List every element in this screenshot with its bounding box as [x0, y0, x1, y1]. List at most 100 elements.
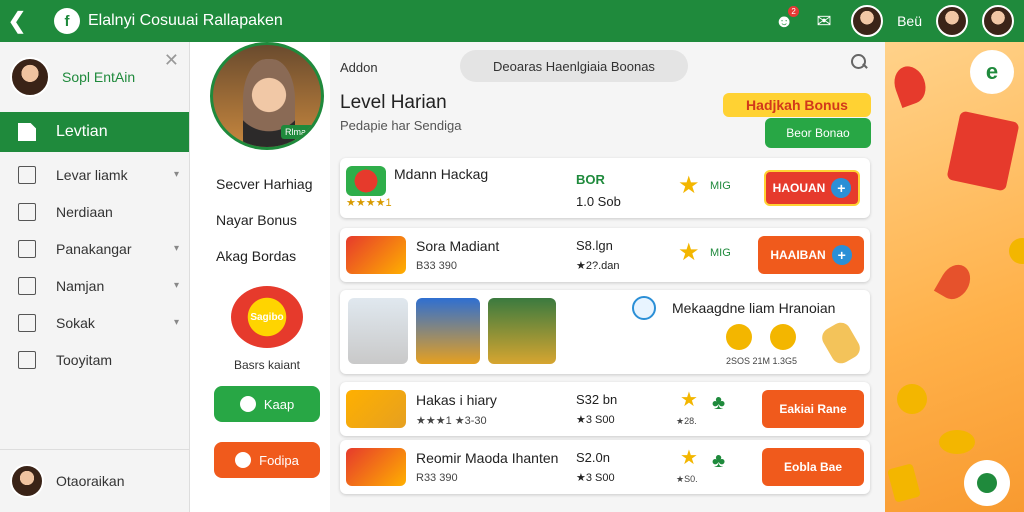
button-label: HAAIBAN	[770, 248, 826, 262]
arrow-icon	[235, 452, 252, 468]
play-button[interactable]: HAOUAN +	[764, 170, 860, 206]
item-title: Mekaagdne liam Hranoian	[672, 300, 836, 316]
upload-icon	[18, 350, 36, 369]
chat-icon[interactable]: ✉	[811, 8, 837, 34]
page-subtitle: Pedapie har Sendiga	[340, 118, 462, 133]
avatar	[10, 464, 44, 498]
game-thumbnail	[346, 236, 406, 274]
orange-action-button[interactable]: Fodipa	[214, 442, 320, 478]
item-tag: MIG	[710, 180, 731, 192]
sidebar-item-4[interactable]: Namjan ▾	[0, 267, 189, 304]
featured-card[interactable]: Mekaagdne liam Hranoian 2SOS 21M 1.3G5	[340, 290, 870, 374]
app-title: Elalnyi Cosuuai Rallapaken	[88, 12, 283, 29]
main-content: Addon Deoaras Haenlgiaia Boonas Level Ha…	[330, 42, 885, 512]
list-item[interactable]: Sora Madiant B33 390 S8.lgn ★2?.dan ★ MI…	[340, 228, 870, 282]
sidebar-item-label: Levar liamk	[56, 166, 128, 183]
clover-icon: ♣	[712, 450, 726, 472]
button-label: Fodipa	[259, 452, 299, 468]
main-header: Addon Deoaras Haenlgiaia Boonas	[330, 42, 885, 92]
coin-icon	[897, 384, 927, 414]
search-icon[interactable]	[851, 54, 869, 72]
item-tag: ★S0.	[676, 474, 698, 484]
user-name[interactable]: Beü	[897, 13, 922, 29]
item-price-label: S32 bn	[576, 392, 618, 407]
plus-icon: +	[831, 245, 852, 265]
star-icon: ★	[680, 389, 698, 411]
sidebar-item-label: Tooyitam	[56, 351, 113, 368]
info-icon[interactable]	[632, 296, 656, 320]
coin-icon	[1009, 238, 1024, 264]
sidebar-item-2[interactable]: Nerdiaan	[0, 193, 189, 230]
claim-bonus-button[interactable]: Beor Bonao	[765, 118, 871, 148]
gift-box-icon	[946, 110, 1020, 192]
sidebar-item-label: Panakangar	[56, 240, 132, 257]
help-dot	[977, 473, 997, 493]
item-price-label: BOR	[576, 172, 605, 187]
promo-link-2[interactable]: Nayar Bonus	[216, 202, 330, 238]
search-input[interactable]: Deoaras Haenlgiaia Boonas	[460, 50, 688, 82]
promo-link-1[interactable]: Secver Harhiag	[216, 166, 330, 202]
clover-icon: ♣	[712, 392, 726, 414]
sidebar-item-6[interactable]: Tooyitam	[0, 341, 189, 378]
plus-icon: +	[831, 178, 852, 198]
app-header: ❮ f Elalnyi Cosuuai Rallapaken ☻ 2 ✉ Beü	[0, 0, 1024, 42]
chevron-down-icon: ▾	[173, 317, 179, 328]
section-label: Addon	[340, 59, 378, 75]
leaf-icon	[933, 259, 977, 305]
refresh-icon[interactable]: e	[970, 50, 1014, 94]
square-icon	[18, 276, 36, 295]
bonus-button[interactable]: Hadjkah Bonus	[723, 93, 871, 117]
list-item[interactable]: Hakas i hiary ★★★1 ★3-30 S32 bn ★3 S00 ★…	[340, 382, 870, 436]
help-icon[interactable]	[964, 460, 1010, 506]
item-price-label: S8.lgn	[576, 238, 613, 253]
sidebar-item-3[interactable]: Panakangar ▾	[0, 230, 189, 267]
sidebar: Sopl EntAin ✕ Levtian Levar liamk ▾ Nerd…	[0, 42, 190, 512]
item-price: ★3 S00	[576, 472, 615, 484]
item-rating: ★★★1 ★3-30	[416, 415, 487, 427]
sidebar-item-active[interactable]: Levtian	[0, 112, 189, 152]
close-icon[interactable]: ✕	[164, 50, 179, 71]
button-label: Eakiai Rane	[779, 402, 847, 416]
cube-icon	[887, 463, 921, 503]
avatar	[10, 57, 50, 97]
page-title: Level Harian	[340, 92, 447, 113]
sidebar-profile[interactable]: Sopl EntAin ✕	[0, 42, 189, 112]
user-add-icon[interactable]: ☻ 2	[771, 6, 800, 34]
sidebar-item-label: Namjan	[56, 277, 105, 294]
promo-banner: e	[885, 42, 1024, 512]
friend-avatar[interactable]	[936, 5, 968, 37]
chevron-down-icon: ▾	[173, 243, 179, 254]
leaf-icon	[889, 62, 931, 108]
star-icon: ★	[680, 447, 698, 469]
list-item[interactable]: Reomir Maoda Ihanten R33 390 S2.0n ★3 S0…	[340, 440, 870, 494]
item-price-label: S2.0n	[576, 450, 610, 465]
item-tag: ★28.	[676, 416, 697, 426]
green-action-button[interactable]: Kaap	[214, 386, 320, 422]
promo-link-3[interactable]: Akag Bordas	[216, 238, 330, 274]
user-avatar[interactable]	[851, 5, 884, 37]
promo-links: Secver Harhiag Nayar Bonus Akag Bordas	[204, 166, 330, 274]
item-rating: ★★★★1	[346, 197, 392, 209]
home-icon	[18, 202, 36, 221]
footer-name: Otaoraikan	[56, 473, 125, 489]
list-item[interactable]: Mdann Hackag ★★★★1 BOR 1.0 Sob ★ MIG HAO…	[340, 158, 870, 218]
item-meta: B33 390	[416, 260, 457, 272]
item-title: Sora Madiant	[416, 238, 500, 254]
item-meta: R33 390	[416, 472, 458, 484]
header-actions: ☻ 2 ✉ Beü	[771, 0, 1014, 42]
sidebar-list: Levar liamk ▾ Nerdiaan Panakangar ▾ Namj…	[0, 156, 189, 378]
sidebar-item-5[interactable]: Sokak ▾	[0, 304, 189, 341]
sidebar-item-label: Nerdiaan	[56, 203, 113, 220]
notification-badge: 2	[788, 6, 800, 17]
friend-avatar-2[interactable]	[982, 5, 1014, 37]
game-thumbnail	[346, 448, 406, 486]
play-button[interactable]: Eakiai Rane	[762, 390, 864, 428]
chevron-down-icon: ▾	[173, 169, 179, 180]
button-label: HAOUAN	[772, 181, 826, 195]
sidebar-footer[interactable]: Otaoraikan	[0, 449, 189, 498]
play-button[interactable]: Eobla Bae	[762, 448, 864, 486]
play-button[interactable]: HAAIBAN +	[758, 236, 864, 274]
item-title: Reomir Maoda Ihanten	[416, 450, 559, 466]
sidebar-item-1[interactable]: Levar liamk ▾	[0, 156, 189, 193]
back-arrow-icon[interactable]: ❮	[0, 0, 34, 42]
